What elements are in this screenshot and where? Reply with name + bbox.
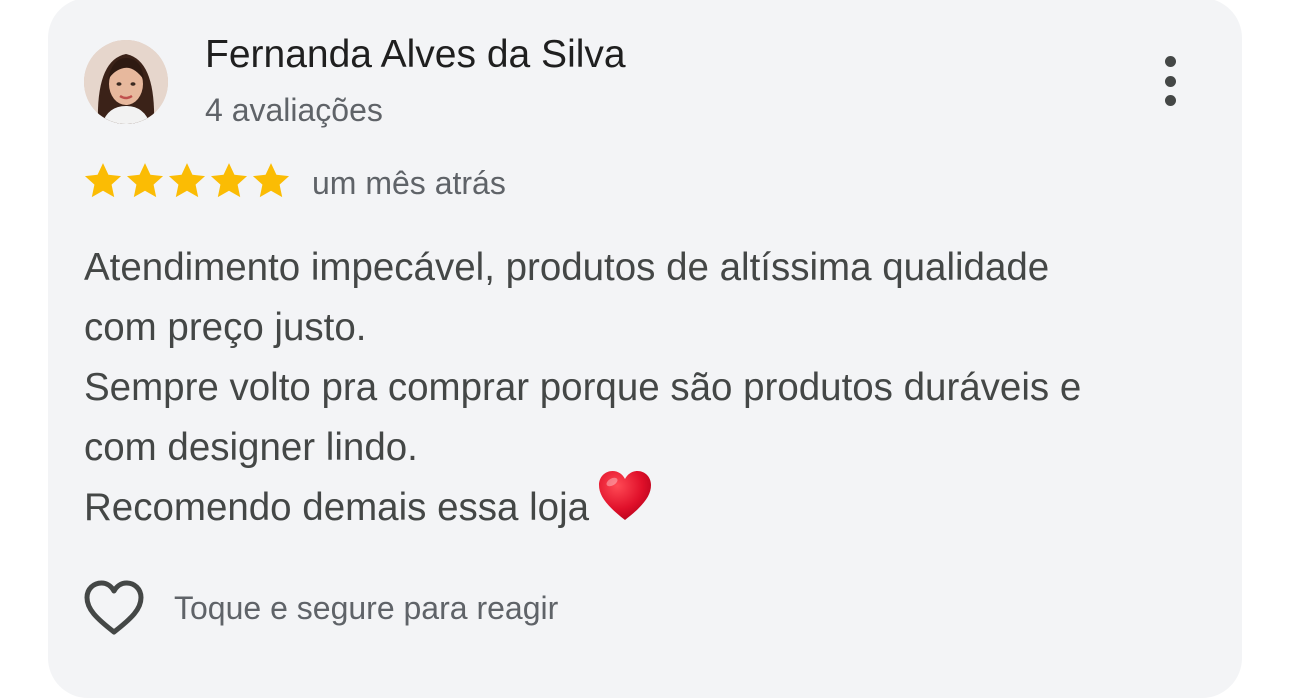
star-icon [210,163,248,198]
review-time: um mês atrás [312,165,506,201]
heart-outline-icon[interactable] [82,578,146,638]
review-text-line: com preço justo. [84,306,367,349]
review-text: Atendimento impecável, produtos de altís… [84,238,1214,540]
react-row[interactable]: Toque e segure para reagir [82,578,558,638]
red-heart-emoji [597,470,653,540]
star-icon [168,163,206,198]
review-text-line: Atendimento impecável, produtos de altís… [84,246,1050,289]
star-icon [126,163,164,198]
more-options-button[interactable] [1146,50,1194,112]
review-text-line-last: Recomendo demais essa loja [84,470,1214,540]
review-text-line: Recomendo demais essa loja [84,486,590,529]
author-review-count: 4 avaliações [205,92,383,128]
avatar[interactable] [84,40,168,124]
star-icon [84,163,122,198]
react-hint-label: Toque e segure para reagir [174,589,559,626]
star-rating [82,160,292,202]
author-name[interactable]: Fernanda Alves da Silva [205,33,626,77]
review-text-line: Sempre volto pra comprar porque são prod… [84,366,1082,409]
star-icon [252,163,290,198]
more-vert-icon [1164,56,1176,67]
